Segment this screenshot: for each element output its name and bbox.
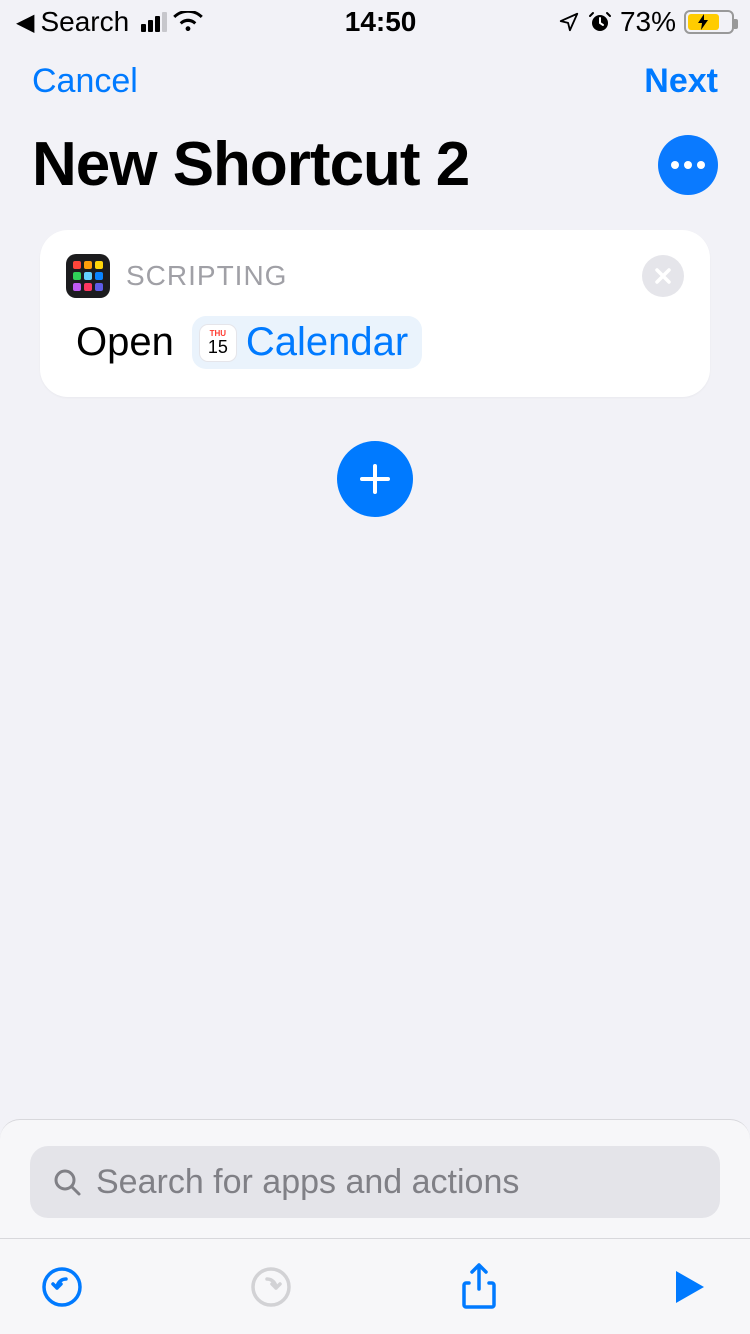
- bottom-panel: Search for apps and actions: [0, 1119, 750, 1334]
- page-title: New Shortcut 2: [32, 129, 469, 200]
- cancel-button[interactable]: Cancel: [32, 62, 138, 101]
- battery-icon: [684, 10, 734, 34]
- back-caret-icon[interactable]: ◀: [16, 8, 34, 37]
- undo-button[interactable]: [40, 1265, 84, 1309]
- calendar-app-icon: THU 15: [200, 325, 236, 361]
- app-parameter-token[interactable]: THU 15 Calendar: [192, 316, 422, 369]
- status-right: 73%: [558, 6, 734, 38]
- action-card: SCRIPTING Open THU 15 Calendar: [40, 230, 710, 397]
- action-card-body: Open THU 15 Calendar: [66, 316, 684, 369]
- status-bar: ◀ Search 14:50 73%: [0, 0, 750, 44]
- action-card-header: SCRIPTING: [66, 254, 684, 298]
- battery-percent: 73%: [620, 6, 676, 38]
- status-left: ◀ Search: [16, 6, 203, 38]
- location-icon: [558, 11, 580, 33]
- status-time: 14:50: [345, 6, 417, 38]
- share-button[interactable]: [457, 1261, 501, 1313]
- add-action-button[interactable]: [337, 441, 413, 517]
- run-button[interactable]: [666, 1265, 710, 1309]
- next-button[interactable]: Next: [644, 62, 718, 101]
- back-app-label[interactable]: Search: [40, 6, 129, 38]
- app-parameter-name: Calendar: [246, 320, 408, 365]
- title-row: New Shortcut 2: [0, 109, 750, 230]
- search-icon: [52, 1167, 82, 1197]
- search-placeholder: Search for apps and actions: [96, 1163, 519, 1202]
- search-input[interactable]: Search for apps and actions: [30, 1146, 720, 1218]
- scripting-icon: [66, 254, 110, 298]
- cellular-signal-icon: [141, 12, 167, 32]
- action-category-label: SCRIPTING: [126, 260, 287, 292]
- nav-bar: Cancel Next: [0, 44, 750, 109]
- action-verb: Open: [76, 320, 174, 365]
- bottom-toolbar: [0, 1238, 750, 1334]
- wifi-icon: [173, 11, 203, 33]
- remove-action-button[interactable]: [642, 255, 684, 297]
- more-options-button[interactable]: [658, 135, 718, 195]
- alarm-icon: [588, 10, 612, 34]
- redo-button[interactable]: [249, 1265, 293, 1309]
